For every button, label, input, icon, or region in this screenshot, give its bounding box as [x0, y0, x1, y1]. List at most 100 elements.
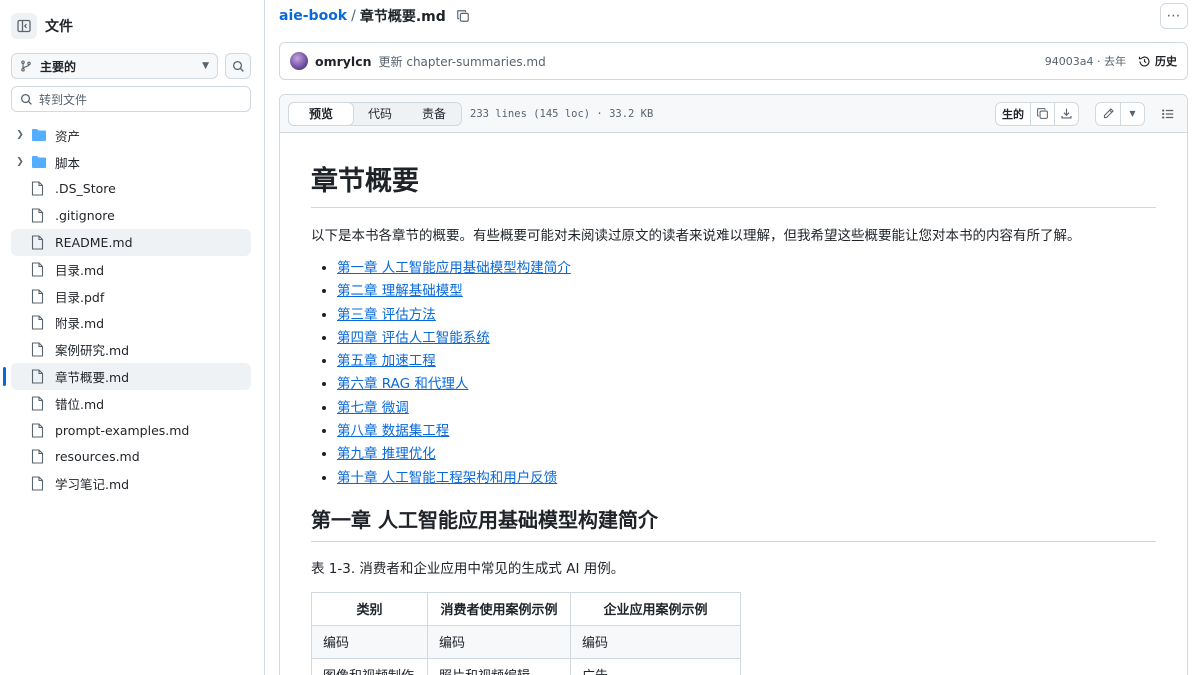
more-options-button[interactable]: ⋯: [1160, 3, 1188, 29]
file-icon: [31, 449, 47, 465]
kebab-horizontal-icon: ⋯: [1166, 8, 1182, 24]
tree-file[interactable]: .DS_Store: [11, 176, 251, 203]
git-branch-icon: [21, 60, 31, 72]
list-item: 第三章 评估方法: [337, 304, 1156, 327]
chevron-down-icon: ▼: [202, 61, 209, 71]
avatar[interactable]: [290, 52, 308, 70]
list-item: 第九章 推理优化: [337, 443, 1156, 466]
tree-file[interactable]: 目录.md: [11, 256, 251, 283]
file-icon: [31, 262, 47, 277]
tab-preview[interactable]: 预览: [288, 101, 354, 126]
tree-file[interactable]: prompt-examples.md: [11, 417, 251, 444]
table-cell: 广告: [570, 657, 741, 675]
list-item: 第五章 加速工程: [337, 350, 1156, 373]
file-header: 预览 代码 责备 233 lines (145 loc) · 33.2 KB 生…: [280, 95, 1187, 133]
branch-selector[interactable]: 主要的 ▼: [11, 53, 218, 79]
tree-file[interactable]: 错位.md: [11, 390, 251, 417]
file-icon: [31, 289, 47, 304]
raw-button[interactable]: 生的: [996, 103, 1030, 125]
tree-file-selected[interactable]: 章节概要.md: [3, 363, 251, 390]
tree-item-label: .DS_Store: [55, 181, 116, 197]
table-cell: 图像和视频制作: [311, 657, 428, 675]
history-button[interactable]: 历史: [1138, 53, 1177, 69]
tree-folder-assets[interactable]: ❯ 资产: [11, 122, 251, 149]
intro-paragraph: 以下是本书各章节的概要。有些概要可能对未阅读过原文的读者来说难以理解，但我希望这…: [311, 228, 1081, 244]
chevron-right-icon[interactable]: ❯: [13, 157, 27, 167]
tab-code[interactable]: 代码: [353, 103, 407, 125]
tree-file[interactable]: 附录.md: [11, 310, 251, 337]
edit-options-dropdown[interactable]: ▼: [1120, 102, 1144, 125]
repo-link[interactable]: aie-book: [279, 8, 347, 24]
tree-item-label: 脚本: [55, 155, 81, 171]
commit-author[interactable]: omrylcn: [315, 54, 372, 69]
file-tree-sidebar: 文件 主要的 ▼ 转到文件 ❯ 资产 ❯ 脚本 .DS_Store .gitig…: [0, 0, 265, 675]
tree-file[interactable]: 案例研究.md: [11, 336, 251, 363]
breadcrumb: aie-book / 章节概要.md: [279, 6, 470, 26]
tree-item-label: 目录.md: [55, 262, 105, 278]
file-actions: 生的 ▼: [995, 101, 1179, 126]
list-item: 第七章 微调: [337, 397, 1156, 420]
toc-link[interactable]: 第八章 数据集工程: [337, 423, 449, 439]
tree-item-label: 学习笔记.md: [55, 477, 130, 493]
toc-link[interactable]: 第十章 人工智能工程架构和用户反馈: [337, 470, 557, 486]
tree-file[interactable]: resources.md: [11, 444, 251, 471]
toc-link[interactable]: 第二章 理解基础模型: [337, 283, 463, 299]
triangle-down-icon: ▼: [1129, 109, 1136, 118]
sidebar-header: 文件: [11, 12, 73, 40]
tree-item-label: 目录.pdf: [55, 289, 105, 305]
folder-icon: [31, 155, 47, 169]
tree-file[interactable]: .gitignore: [11, 202, 251, 229]
tree-folder-scripts[interactable]: ❯ 脚本: [11, 149, 251, 176]
toc-link[interactable]: 第六章 RAG 和代理人: [337, 376, 468, 392]
toc-link[interactable]: 第七章 微调: [337, 400, 409, 416]
table-caption: 表 1-3. 消费者和企业应用中常见的生成式 AI 用例。: [311, 560, 625, 577]
table-row: 图像和视频制作 照片和视频编辑 广告: [311, 657, 741, 675]
edit-button[interactable]: [1096, 103, 1120, 125]
toc-link[interactable]: 第三章 评估方法: [337, 307, 436, 323]
toc-link[interactable]: 第九章 推理优化: [337, 446, 436, 462]
table-header-cell: 消费者使用案例示例: [427, 591, 571, 626]
toc-link[interactable]: 第一章 人工智能应用基础模型构建简介: [337, 260, 571, 276]
current-file-name: 章节概要.md: [359, 9, 446, 25]
markdown-body: 章节概要 以下是本书各章节的概要。有些概要可能对未阅读过原文的读者来说难以理解，…: [280, 133, 1187, 675]
table-header-cell: 类别: [311, 591, 428, 626]
tree-item-label: 案例研究.md: [55, 343, 130, 359]
sidebar-collapse-icon: [17, 19, 31, 33]
tree-file[interactable]: README.md: [11, 229, 251, 256]
tree-file[interactable]: 目录.pdf: [11, 283, 251, 310]
toc-link[interactable]: 第四章 评估人工智能系统: [337, 330, 490, 346]
download-button[interactable]: [1054, 102, 1078, 125]
search-files-button[interactable]: [225, 53, 251, 79]
file-icon: [31, 369, 47, 384]
file-icon: [31, 396, 47, 411]
chapter-heading: 第一章 人工智能应用基础模型构建简介: [311, 504, 1156, 542]
file-icon: [31, 235, 47, 250]
file-viewer: 预览 代码 责备 233 lines (145 loc) · 33.2 KB 生…: [279, 94, 1188, 675]
collapse-sidebar-button[interactable]: [11, 13, 37, 39]
file-icon: [31, 315, 47, 331]
list-item: 第四章 评估人工智能系统: [337, 327, 1156, 350]
file-icon: [31, 181, 47, 197]
file-icon: [31, 342, 47, 357]
outline-button[interactable]: [1157, 103, 1179, 125]
copy-raw-button[interactable]: [1030, 102, 1054, 125]
table-header-row: 类别 消费者使用案例示例 企业应用案例示例: [311, 591, 741, 626]
tree-item-label: 资产: [55, 128, 81, 144]
branch-name: 主要的: [40, 59, 77, 74]
tree-file[interactable]: 学习笔记.md: [11, 470, 251, 497]
commit-hash-time[interactable]: 94003a4 · 去年: [1045, 53, 1126, 69]
toc-link[interactable]: 第五章 加速工程: [337, 353, 436, 369]
tree-item-label: 附录.md: [55, 316, 105, 332]
table-cell: 编码: [427, 624, 571, 659]
pencil-icon: [1103, 108, 1114, 119]
go-to-file-input[interactable]: 转到文件: [11, 86, 251, 112]
raw-copy-download-group: 生的: [995, 101, 1079, 126]
chevron-right-icon[interactable]: ❯: [13, 130, 27, 140]
search-icon: [20, 93, 32, 105]
copy-path-button[interactable]: [456, 9, 470, 23]
file-icon: [31, 208, 47, 223]
tab-blame[interactable]: 责备: [407, 103, 461, 125]
copy-icon: [456, 10, 469, 22]
commit-message[interactable]: 更新 chapter-summaries.md: [379, 53, 546, 70]
history-label: 历史: [1155, 55, 1177, 68]
